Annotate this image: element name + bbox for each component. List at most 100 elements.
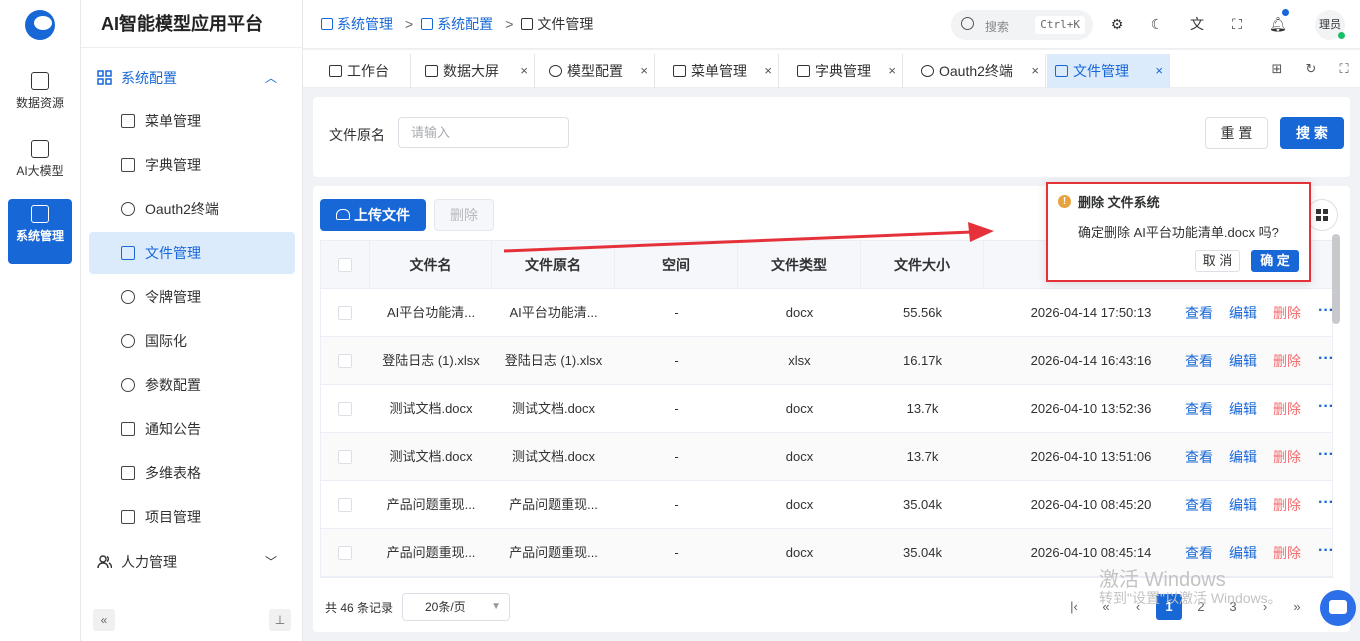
sidebar-item-menu[interactable]: 菜单管理 — [89, 100, 295, 142]
table-scrollbar[interactable] — [1332, 234, 1340, 324]
grid-icon — [321, 18, 333, 30]
close-icon[interactable]: × — [520, 54, 528, 88]
sidebar-item-files[interactable]: 文件管理 — [89, 232, 295, 274]
delete-button[interactable]: 删除 — [1273, 289, 1301, 337]
row-checkbox[interactable] — [338, 306, 352, 320]
sidebar-item-oauth2[interactable]: Oauth2终端 — [89, 188, 295, 230]
delete-button[interactable]: 删除 — [1273, 529, 1301, 577]
row-checkbox[interactable] — [338, 450, 352, 464]
view-button[interactable]: 查看 — [1185, 337, 1213, 385]
close-icon[interactable]: × — [640, 54, 648, 88]
ai-icon — [31, 140, 49, 158]
grid-view-icon[interactable]: ⊞ — [1268, 60, 1286, 78]
delete-button[interactable]: 删除 — [1273, 337, 1301, 385]
next-group-button[interactable]: » — [1284, 594, 1310, 620]
more-icon[interactable]: ··· — [1318, 529, 1332, 577]
first-page-button[interactable]: |‹ — [1061, 594, 1087, 620]
rail-item-system-management[interactable]: 系统管理 — [8, 199, 72, 264]
fullscreen-icon[interactable]: ⛶ — [1229, 16, 1245, 32]
close-icon[interactable]: × — [764, 54, 772, 88]
more-icon[interactable]: ··· — [1318, 289, 1332, 337]
reset-button[interactable]: 重 置 — [1205, 117, 1268, 149]
cloud-upload-icon — [336, 209, 350, 220]
notification-icon[interactable]: 🔔︎ — [1269, 9, 1289, 32]
breadcrumb-system-management[interactable]: 系统管理 — [337, 16, 393, 32]
delete-button[interactable]: 删除 — [1273, 481, 1301, 529]
more-icon[interactable]: ··· — [1318, 481, 1332, 529]
sidebar-group-system-config[interactable]: 系统配置 ︿ — [89, 56, 295, 100]
original-name-input[interactable]: 请输入 — [398, 117, 569, 148]
tab-model-config[interactable]: 模型配置 × — [541, 54, 655, 88]
grid-icon — [97, 70, 112, 85]
collapse-sidebar-button[interactable]: « — [93, 609, 115, 631]
refresh-icon[interactable]: ↻ — [1302, 60, 1320, 78]
row-checkbox[interactable] — [338, 402, 352, 416]
select-all-checkbox[interactable] — [338, 258, 352, 272]
translate-icon[interactable]: 文 — [1189, 16, 1205, 32]
close-icon[interactable]: × — [888, 54, 896, 88]
table-row: 产品问题重现... 产品问题重现... - docx 35.04k 2026-0… — [321, 481, 1332, 529]
sidebar-item-i18n[interactable]: 国际化 — [89, 320, 295, 362]
sidebar-item-params[interactable]: 参数配置 — [89, 364, 295, 406]
column-header: 文件原名 — [492, 241, 615, 289]
breadcrumb-current: 文件管理 — [537, 16, 594, 32]
close-icon[interactable]: × — [1155, 54, 1163, 88]
row-checkbox[interactable] — [338, 354, 352, 368]
tab-dictionary[interactable]: 字典管理 × — [789, 54, 903, 88]
row-checkbox[interactable] — [338, 498, 352, 512]
global-search[interactable]: 搜索 Ctrl+K — [951, 10, 1093, 40]
column-header: 文件类型 — [738, 241, 861, 289]
edit-button[interactable]: 编辑 — [1229, 481, 1257, 529]
maximize-icon[interactable]: ⛶ — [1335, 60, 1353, 78]
column-header: 文件大小 — [861, 241, 984, 289]
edit-button[interactable]: 编辑 — [1229, 529, 1257, 577]
chatbot-icon[interactable] — [1320, 590, 1356, 626]
tab-data-screen[interactable]: 数据大屏 × — [417, 54, 535, 88]
more-icon[interactable]: ··· — [1318, 385, 1332, 433]
dark-mode-icon[interactable]: ☾ — [1149, 16, 1165, 32]
tab-menu[interactable]: 菜单管理 × — [665, 54, 779, 88]
sidebar-item-notices[interactable]: 通知公告 — [89, 408, 295, 450]
home-icon — [329, 65, 342, 77]
confirm-button[interactable]: 确 定 — [1251, 250, 1299, 272]
tab-workbench[interactable]: 工作台 — [321, 54, 411, 88]
row-checkbox[interactable] — [338, 546, 352, 560]
more-icon[interactable]: ··· — [1318, 337, 1332, 385]
sidebar-item-tables[interactable]: 多维表格 — [89, 452, 295, 494]
more-icon[interactable]: ··· — [1318, 433, 1332, 481]
message-icon — [121, 422, 135, 436]
grid-icon — [421, 18, 434, 30]
tab-oauth2[interactable]: Oauth2终端 × — [913, 54, 1046, 88]
avatar[interactable]: 理员 — [1315, 10, 1345, 40]
rail-item-ai-model[interactable]: AI大模型 — [8, 134, 72, 199]
edit-button[interactable]: 编辑 — [1229, 385, 1257, 433]
view-button[interactable]: 查看 — [1185, 385, 1213, 433]
edit-button[interactable]: 编辑 — [1229, 289, 1257, 337]
batch-delete-button[interactable]: 删除 — [434, 199, 494, 231]
settings-icon[interactable]: ⚙ — [1109, 16, 1125, 32]
breadcrumb-system-config[interactable]: 系统配置 — [437, 16, 493, 32]
cancel-button[interactable]: 取 消 — [1195, 250, 1240, 272]
search-button[interactable]: 搜 索 — [1280, 117, 1344, 149]
close-icon[interactable]: × — [1031, 54, 1039, 88]
delete-button[interactable]: 删除 — [1273, 385, 1301, 433]
sidebar-item-projects[interactable]: 项目管理 — [89, 496, 295, 538]
sidebar-group-hr[interactable]: 人力管理 ﹀ — [89, 540, 295, 584]
tab-files[interactable]: 文件管理 × — [1047, 54, 1170, 88]
view-button[interactable]: 查看 — [1185, 289, 1213, 337]
hexagon-icon — [121, 202, 135, 216]
warning-icon: ! — [1058, 195, 1071, 208]
page-size-select[interactable]: 20条/页 ▼ — [402, 593, 510, 621]
edit-button[interactable]: 编辑 — [1229, 337, 1257, 385]
table-row: 登陆日志 (1).xlsx 登陆日志 (1).xlsx - xlsx 16.17… — [321, 337, 1332, 385]
sidebar-item-dictionary[interactable]: 字典管理 — [89, 144, 295, 186]
upload-file-button[interactable]: 上传文件 — [320, 199, 426, 231]
view-button[interactable]: 查看 — [1185, 433, 1213, 481]
edit-button[interactable]: 编辑 — [1229, 433, 1257, 481]
sidebar-item-tokens[interactable]: 令牌管理 — [89, 276, 295, 318]
view-button[interactable]: 查看 — [1185, 481, 1213, 529]
rail-item-data-resources[interactable]: 数据资源 — [8, 66, 72, 131]
app-title: AI智能模型应用平台 — [81, 0, 302, 48]
delete-button[interactable]: 删除 — [1273, 433, 1301, 481]
pin-sidebar-button[interactable]: ⊥ — [269, 609, 291, 631]
